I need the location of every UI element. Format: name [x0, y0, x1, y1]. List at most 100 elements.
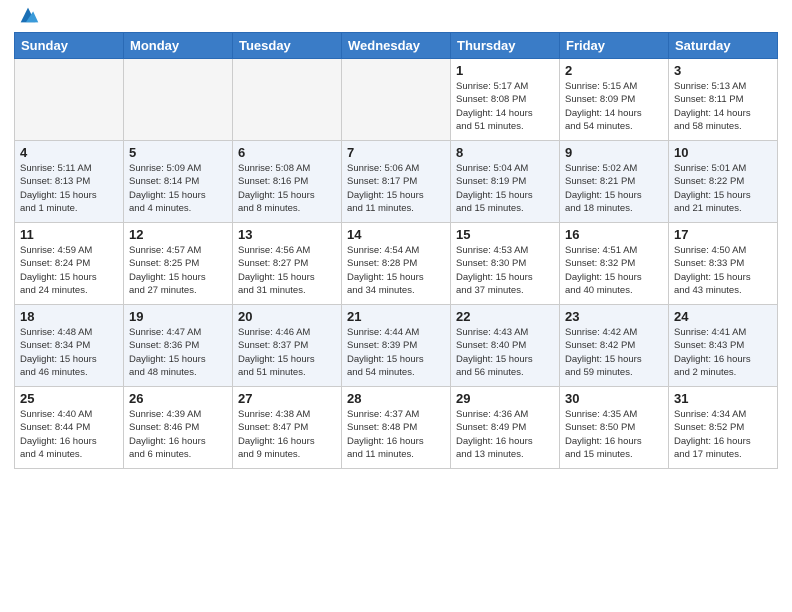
- day-info: Sunrise: 4:53 AMSunset: 8:30 PMDaylight:…: [456, 244, 554, 297]
- day-info: Sunrise: 4:37 AMSunset: 8:48 PMDaylight:…: [347, 408, 445, 461]
- calendar-cell: 10 Sunrise: 5:01 AMSunset: 8:22 PMDayligh…: [669, 141, 778, 223]
- calendar-cell: 4 Sunrise: 5:11 AMSunset: 8:13 PMDaylight…: [15, 141, 124, 223]
- day-info: Sunrise: 4:50 AMSunset: 8:33 PMDaylight:…: [674, 244, 772, 297]
- day-info: Sunrise: 5:08 AMSunset: 8:16 PMDaylight:…: [238, 162, 336, 215]
- calendar-cell: 3 Sunrise: 5:13 AMSunset: 8:11 PMDaylight…: [669, 59, 778, 141]
- logo: [14, 14, 39, 26]
- day-info: Sunrise: 4:42 AMSunset: 8:42 PMDaylight:…: [565, 326, 663, 379]
- calendar-cell: 5 Sunrise: 5:09 AMSunset: 8:14 PMDaylight…: [124, 141, 233, 223]
- day-number: 24: [674, 309, 772, 324]
- calendar-cell: 12 Sunrise: 4:57 AMSunset: 8:25 PMDayligh…: [124, 223, 233, 305]
- day-number: 11: [20, 227, 118, 242]
- calendar-cell: [233, 59, 342, 141]
- calendar-cell: 23 Sunrise: 4:42 AMSunset: 8:42 PMDayligh…: [560, 305, 669, 387]
- calendar-cell: 28 Sunrise: 4:37 AMSunset: 8:48 PMDayligh…: [342, 387, 451, 469]
- calendar-cell: 24 Sunrise: 4:41 AMSunset: 8:43 PMDayligh…: [669, 305, 778, 387]
- calendar-cell: 6 Sunrise: 5:08 AMSunset: 8:16 PMDaylight…: [233, 141, 342, 223]
- day-info: Sunrise: 5:04 AMSunset: 8:19 PMDaylight:…: [456, 162, 554, 215]
- calendar-cell: 27 Sunrise: 4:38 AMSunset: 8:47 PMDayligh…: [233, 387, 342, 469]
- day-info: Sunrise: 5:17 AMSunset: 8:08 PMDaylight:…: [456, 80, 554, 133]
- day-number: 14: [347, 227, 445, 242]
- day-number: 31: [674, 391, 772, 406]
- day-number: 13: [238, 227, 336, 242]
- calendar-cell: 16 Sunrise: 4:51 AMSunset: 8:32 PMDayligh…: [560, 223, 669, 305]
- day-info: Sunrise: 5:11 AMSunset: 8:13 PMDaylight:…: [20, 162, 118, 215]
- calendar-cell: 9 Sunrise: 5:02 AMSunset: 8:21 PMDaylight…: [560, 141, 669, 223]
- day-number: 10: [674, 145, 772, 160]
- day-number: 23: [565, 309, 663, 324]
- day-info: Sunrise: 4:43 AMSunset: 8:40 PMDaylight:…: [456, 326, 554, 379]
- day-info: Sunrise: 4:48 AMSunset: 8:34 PMDaylight:…: [20, 326, 118, 379]
- day-info: Sunrise: 4:46 AMSunset: 8:37 PMDaylight:…: [238, 326, 336, 379]
- calendar-cell: 21Sunrise: 4:44 AMSunset: 8:39 PMDayligh…: [342, 305, 451, 387]
- day-info: Sunrise: 4:34 AMSunset: 8:52 PMDaylight:…: [674, 408, 772, 461]
- day-number: 20: [238, 309, 336, 324]
- weekday-header-saturday: Saturday: [669, 33, 778, 59]
- page: SundayMondayTuesdayWednesdayThursdayFrid…: [0, 0, 792, 612]
- calendar-cell: 8 Sunrise: 5:04 AMSunset: 8:19 PMDaylight…: [451, 141, 560, 223]
- day-info: Sunrise: 5:13 AMSunset: 8:11 PMDaylight:…: [674, 80, 772, 133]
- day-number: 28: [347, 391, 445, 406]
- day-info: Sunrise: 4:59 AMSunset: 8:24 PMDaylight:…: [20, 244, 118, 297]
- weekday-header-friday: Friday: [560, 33, 669, 59]
- calendar-cell: [124, 59, 233, 141]
- day-info: Sunrise: 4:35 AMSunset: 8:50 PMDaylight:…: [565, 408, 663, 461]
- calendar-cell: 1 Sunrise: 5:17 AMSunset: 8:08 PMDaylight…: [451, 59, 560, 141]
- day-info: Sunrise: 4:44 AMSunset: 8:39 PMDaylight:…: [347, 326, 445, 379]
- calendar-cell: 22 Sunrise: 4:43 AMSunset: 8:40 PMDayligh…: [451, 305, 560, 387]
- day-number: 6: [238, 145, 336, 160]
- calendar-cell: 20 Sunrise: 4:46 AMSunset: 8:37 PMDayligh…: [233, 305, 342, 387]
- day-info: Sunrise: 4:47 AMSunset: 8:36 PMDaylight:…: [129, 326, 227, 379]
- calendar-cell: 30Sunrise: 4:35 AMSunset: 8:50 PMDayligh…: [560, 387, 669, 469]
- calendar-cell: 13 Sunrise: 4:56 AMSunset: 8:27 PMDayligh…: [233, 223, 342, 305]
- day-number: 26: [129, 391, 227, 406]
- day-number: 12: [129, 227, 227, 242]
- weekday-header-tuesday: Tuesday: [233, 33, 342, 59]
- day-number: 1: [456, 63, 554, 78]
- calendar-cell: 11 Sunrise: 4:59 AMSunset: 8:24 PMDayligh…: [15, 223, 124, 305]
- day-info: Sunrise: 5:09 AMSunset: 8:14 PMDaylight:…: [129, 162, 227, 215]
- calendar-cell: 15Sunrise: 4:53 AMSunset: 8:30 PMDayligh…: [451, 223, 560, 305]
- calendar-cell: 19 Sunrise: 4:47 AMSunset: 8:36 PMDayligh…: [124, 305, 233, 387]
- day-number: 4: [20, 145, 118, 160]
- weekday-header-sunday: Sunday: [15, 33, 124, 59]
- day-info: Sunrise: 5:02 AMSunset: 8:21 PMDaylight:…: [565, 162, 663, 215]
- header: [14, 10, 778, 26]
- day-info: Sunrise: 4:56 AMSunset: 8:27 PMDaylight:…: [238, 244, 336, 297]
- logo-icon: [17, 4, 39, 26]
- day-info: Sunrise: 5:01 AMSunset: 8:22 PMDaylight:…: [674, 162, 772, 215]
- calendar-cell: 2 Sunrise: 5:15 AMSunset: 8:09 PMDaylight…: [560, 59, 669, 141]
- day-info: Sunrise: 4:41 AMSunset: 8:43 PMDaylight:…: [674, 326, 772, 379]
- day-number: 19: [129, 309, 227, 324]
- day-number: 29: [456, 391, 554, 406]
- calendar-cell: 7Sunrise: 5:06 AMSunset: 8:17 PMDaylight…: [342, 141, 451, 223]
- day-number: 27: [238, 391, 336, 406]
- day-number: 25: [20, 391, 118, 406]
- calendar-cell: 17 Sunrise: 4:50 AMSunset: 8:33 PMDayligh…: [669, 223, 778, 305]
- calendar-cell: 18 Sunrise: 4:48 AMSunset: 8:34 PMDayligh…: [15, 305, 124, 387]
- calendar-table: SundayMondayTuesdayWednesdayThursdayFrid…: [14, 32, 778, 469]
- weekday-header-wednesday: Wednesday: [342, 33, 451, 59]
- calendar-cell: 14 Sunrise: 4:54 AMSunset: 8:28 PMDayligh…: [342, 223, 451, 305]
- day-info: Sunrise: 4:57 AMSunset: 8:25 PMDaylight:…: [129, 244, 227, 297]
- day-info: Sunrise: 4:54 AMSunset: 8:28 PMDaylight:…: [347, 244, 445, 297]
- day-number: 3: [674, 63, 772, 78]
- calendar-cell: [15, 59, 124, 141]
- calendar-cell: 25Sunrise: 4:40 AMSunset: 8:44 PMDayligh…: [15, 387, 124, 469]
- weekday-header-thursday: Thursday: [451, 33, 560, 59]
- day-number: 2: [565, 63, 663, 78]
- day-info: Sunrise: 4:38 AMSunset: 8:47 PMDaylight:…: [238, 408, 336, 461]
- day-number: 17: [674, 227, 772, 242]
- day-number: 22: [456, 309, 554, 324]
- weekday-header-monday: Monday: [124, 33, 233, 59]
- calendar-cell: 31 Sunrise: 4:34 AMSunset: 8:52 PMDayligh…: [669, 387, 778, 469]
- day-number: 8: [456, 145, 554, 160]
- day-number: 18: [20, 309, 118, 324]
- calendar-cell: 29Sunrise: 4:36 AMSunset: 8:49 PMDayligh…: [451, 387, 560, 469]
- day-number: 9: [565, 145, 663, 160]
- day-number: 5: [129, 145, 227, 160]
- day-info: Sunrise: 4:39 AMSunset: 8:46 PMDaylight:…: [129, 408, 227, 461]
- day-info: Sunrise: 5:15 AMSunset: 8:09 PMDaylight:…: [565, 80, 663, 133]
- day-info: Sunrise: 4:51 AMSunset: 8:32 PMDaylight:…: [565, 244, 663, 297]
- day-number: 16: [565, 227, 663, 242]
